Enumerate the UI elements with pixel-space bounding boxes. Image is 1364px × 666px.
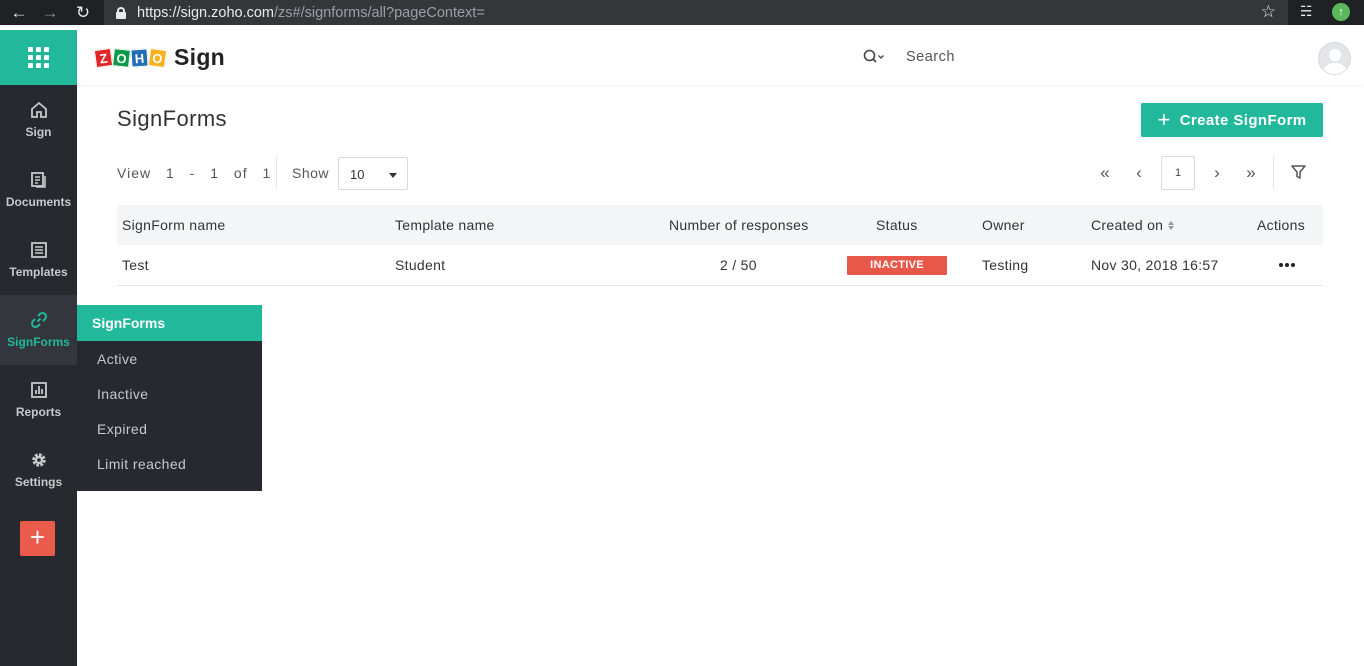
plus-icon: + bbox=[1157, 107, 1171, 132]
sidebar-item-documents[interactable]: Documents bbox=[0, 155, 77, 225]
divider bbox=[1273, 156, 1274, 189]
sort-icon[interactable] bbox=[1168, 220, 1175, 230]
cell-template-name: Student bbox=[395, 257, 446, 273]
bookmark-star-icon[interactable]: ☆ bbox=[1261, 3, 1276, 20]
more-icon bbox=[1279, 263, 1297, 267]
page-number-input[interactable]: 1 bbox=[1161, 156, 1195, 190]
add-button[interactable]: + bbox=[20, 521, 55, 556]
sidebar-item-sign[interactable]: Sign bbox=[0, 85, 77, 155]
create-signform-label: Create SignForm bbox=[1179, 111, 1307, 129]
app-header: ZOHO Sign Search bbox=[77, 30, 1364, 85]
divider bbox=[276, 157, 277, 189]
product-name: Sign bbox=[174, 44, 226, 70]
col-created-on[interactable]: Created on bbox=[1091, 205, 1175, 245]
sidebar-item-label: Sign bbox=[25, 125, 52, 139]
cell-signform-name[interactable]: Test bbox=[122, 245, 149, 285]
left-sidebar: Sign Documents Templates SignForms Repor… bbox=[0, 30, 77, 666]
link-icon bbox=[30, 311, 47, 329]
sidebar-item-label: Templates bbox=[9, 265, 68, 279]
row-actions-button[interactable] bbox=[1279, 245, 1297, 285]
page-title: SignForms bbox=[117, 106, 227, 131]
page-size-select[interactable]: 10 bbox=[338, 157, 408, 190]
documents-icon bbox=[30, 172, 46, 188]
update-icon[interactable]: ↑ bbox=[1332, 3, 1350, 21]
extension-icon[interactable]: ☵ bbox=[1300, 3, 1313, 20]
col-signform-name: SignForm name bbox=[122, 217, 226, 233]
of-label: of bbox=[233, 165, 248, 181]
col-actions: Actions bbox=[1257, 217, 1306, 233]
table-row[interactable]: Test Student 2 / 50 INACTIVE Testing Nov… bbox=[117, 245, 1323, 286]
col-status: Status bbox=[876, 217, 918, 233]
browser-toolbar: ← → ↻ https://sign.zoho.com/zs#/signform… bbox=[0, 0, 1364, 25]
sidebar-item-templates[interactable]: Templates bbox=[0, 225, 77, 295]
submenu-item-active[interactable]: Active bbox=[77, 341, 262, 376]
submenu-item-inactive[interactable]: Inactive bbox=[77, 376, 262, 411]
zoho-logo: ZOHO bbox=[93, 47, 168, 68]
forward-arrow-icon[interactable]: → bbox=[37, 0, 63, 25]
reports-icon bbox=[30, 382, 47, 398]
show-label: Show bbox=[292, 165, 330, 181]
col-template-name: Template name bbox=[395, 217, 495, 233]
cell-status: INACTIVE bbox=[847, 245, 947, 285]
lock-icon bbox=[116, 6, 126, 19]
next-page-icon[interactable]: › bbox=[1205, 163, 1229, 183]
col-responses: Number of responses bbox=[669, 217, 809, 233]
address-bar[interactable]: https://sign.zoho.com/zs#/signforms/all?… bbox=[104, 0, 1288, 25]
first-page-icon[interactable]: « bbox=[1093, 163, 1117, 183]
range-dash: - bbox=[189, 165, 196, 181]
submenu-item-limit-reached[interactable]: Limit reached bbox=[77, 446, 262, 481]
cell-created-on: Nov 30, 2018 16:57 bbox=[1091, 257, 1219, 273]
col-owner: Owner bbox=[982, 217, 1025, 233]
zoho-sign-logo[interactable]: ZOHO Sign bbox=[93, 44, 226, 71]
sidebar-item-label: Settings bbox=[14, 475, 63, 489]
sidebar-item-reports[interactable]: Reports bbox=[0, 365, 77, 435]
pagination: « ‹ 1 › » bbox=[1088, 156, 1268, 190]
range-end: 1 bbox=[210, 165, 220, 181]
status-badge: INACTIVE bbox=[847, 255, 947, 275]
col-created-on-label: Created on bbox=[1091, 217, 1164, 233]
cell-responses: 2 / 50 bbox=[720, 257, 757, 273]
url-host: https://sign.zoho.com bbox=[137, 4, 275, 21]
total-count: 1 bbox=[262, 165, 272, 181]
cell-owner: Testing bbox=[982, 257, 1029, 273]
url-path: /zs#/signforms/all?pageContext= bbox=[274, 4, 485, 21]
submenu-title[interactable]: SignForms bbox=[77, 305, 262, 341]
page-size-value: 10 bbox=[350, 167, 365, 182]
avatar[interactable] bbox=[1318, 42, 1351, 75]
signforms-table: SignForm name Template name Number of re… bbox=[117, 205, 1323, 286]
sidebar-item-label: Reports bbox=[15, 405, 62, 419]
range-start: 1 bbox=[165, 165, 175, 181]
caret-down-icon bbox=[389, 173, 397, 178]
last-page-icon[interactable]: » bbox=[1239, 163, 1263, 183]
signforms-submenu: SignForms Active Inactive Expired Limit … bbox=[77, 305, 262, 491]
search-icon[interactable] bbox=[863, 49, 885, 65]
sidebar-item-label: Documents bbox=[5, 195, 72, 209]
sidebar-item-settings[interactable]: Settings bbox=[0, 435, 77, 505]
view-label: View bbox=[117, 165, 152, 181]
search-input[interactable]: Search bbox=[906, 49, 955, 65]
gear-icon bbox=[31, 453, 46, 467]
submenu-item-expired[interactable]: Expired bbox=[77, 411, 262, 446]
table-header: SignForm name Template name Number of re… bbox=[117, 205, 1323, 245]
back-arrow-icon[interactable]: ← bbox=[6, 0, 32, 25]
reload-icon[interactable]: ↻ bbox=[70, 0, 96, 25]
sidebar-item-signforms[interactable]: SignForms bbox=[0, 295, 77, 365]
view-range: View 1 - 1 of 1 bbox=[117, 165, 281, 181]
home-icon bbox=[30, 101, 47, 118]
sidebar-item-label: SignForms bbox=[7, 335, 70, 349]
create-signform-button[interactable]: + Create SignForm bbox=[1141, 103, 1323, 137]
prev-page-icon[interactable]: ‹ bbox=[1127, 163, 1151, 183]
app-launcher-button[interactable] bbox=[0, 30, 77, 85]
templates-icon bbox=[30, 242, 47, 258]
filter-icon[interactable] bbox=[1291, 165, 1306, 180]
grid-icon bbox=[28, 47, 49, 68]
